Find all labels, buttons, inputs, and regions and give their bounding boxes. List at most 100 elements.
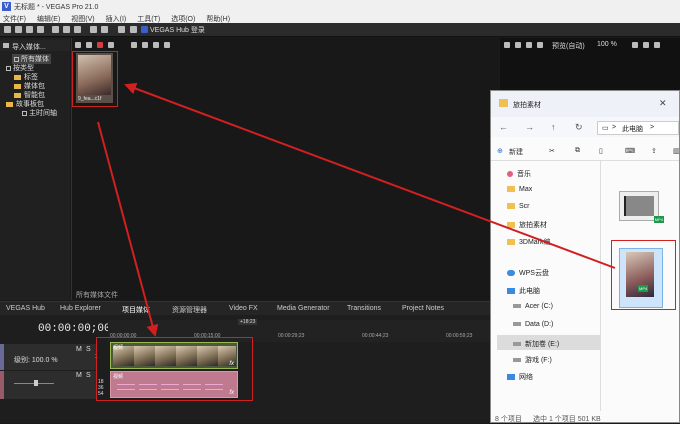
nav-item-drive-f[interactable]: 游戏 (F:) bbox=[513, 355, 552, 365]
copy-icon[interactable] bbox=[63, 26, 70, 33]
new-button[interactable]: 新建 bbox=[509, 147, 523, 157]
drive-icon bbox=[513, 358, 521, 363]
ruler-tick: 00:00:59;23 bbox=[446, 333, 473, 339]
remove-icon[interactable] bbox=[97, 42, 103, 48]
copy-icon[interactable]: ⧉ bbox=[575, 147, 580, 155]
properties-icon[interactable] bbox=[118, 26, 125, 33]
audio-track-header[interactable]: M S 18 36 54 bbox=[0, 371, 104, 399]
search-icon[interactable] bbox=[164, 42, 170, 48]
preview-quality-select[interactable]: 预览(自动) bbox=[552, 41, 585, 51]
cut-icon[interactable]: ✂ bbox=[549, 147, 555, 155]
preview-toolbar: 预览(自动) 100 % bbox=[500, 40, 680, 52]
folder-icon bbox=[507, 239, 515, 246]
tab-transitions[interactable]: Transitions bbox=[347, 305, 381, 312]
forward-icon[interactable]: → bbox=[525, 122, 534, 132]
undo-icon[interactable] bbox=[90, 26, 97, 33]
video-track-header[interactable]: 级别: 100.0 % M S 1 bbox=[0, 344, 98, 370]
highlight-box-timeline bbox=[96, 337, 253, 401]
nav-item-scr[interactable]: Scr bbox=[507, 203, 530, 210]
drive-icon bbox=[513, 322, 521, 327]
save-frame-icon[interactable] bbox=[643, 42, 649, 48]
tree-item-main-timeline[interactable]: 主时间轴 bbox=[22, 108, 57, 118]
nav-item-this-pc[interactable]: 此电脑 bbox=[507, 286, 540, 296]
open-icon[interactable] bbox=[15, 26, 22, 33]
project-media-panel bbox=[71, 38, 499, 300]
import-media-button[interactable]: 导入媒体... bbox=[12, 42, 46, 52]
plus-icon: ⊕ bbox=[497, 148, 503, 155]
rename-icon[interactable]: ⌨ bbox=[625, 147, 635, 155]
auto-preview-icon[interactable] bbox=[153, 42, 159, 48]
file-item-video[interactable]: MP4 bbox=[619, 191, 664, 223]
solo-button[interactable]: S bbox=[86, 372, 91, 379]
paste-icon[interactable] bbox=[74, 26, 81, 33]
crop-icon[interactable] bbox=[75, 42, 81, 48]
solo-button[interactable]: S bbox=[86, 346, 91, 353]
tab-media-generator[interactable]: Media Generator bbox=[277, 305, 330, 312]
play-icon[interactable] bbox=[131, 42, 137, 48]
nav-item-3dmark[interactable]: 3DMark编 bbox=[507, 237, 551, 247]
explorer-title: 旅拍素材 bbox=[513, 102, 541, 109]
music-icon bbox=[507, 171, 513, 178]
hub-icon[interactable] bbox=[141, 26, 148, 33]
hub-login-button[interactable]: VEGAS Hub 登录 bbox=[150, 25, 205, 35]
zoom-select[interactable]: 100 % bbox=[597, 41, 617, 48]
mute-button[interactable]: M bbox=[76, 346, 82, 353]
tab-hub-explorer[interactable]: Hub Explorer bbox=[60, 305, 101, 312]
menu-icon[interactable] bbox=[654, 42, 660, 48]
overlay-icon[interactable] bbox=[526, 42, 532, 48]
dock-tabs: VEGAS Hub Hub Explorer 项目媒体 资源管理器 Video … bbox=[0, 301, 490, 315]
highlight-box-media bbox=[72, 51, 118, 107]
fx-icon[interactable] bbox=[108, 42, 114, 48]
nav-item-wps[interactable]: WPS云盘 bbox=[507, 268, 549, 278]
grid-icon[interactable] bbox=[537, 42, 543, 48]
gear-icon[interactable] bbox=[504, 42, 510, 48]
ruler-tick: 00:00:44;23 bbox=[362, 333, 389, 339]
nav-item-music[interactable]: 音乐 bbox=[507, 169, 531, 179]
up-icon[interactable]: ↑ bbox=[551, 122, 556, 132]
stop-icon[interactable] bbox=[142, 42, 148, 48]
volume-slider-handle[interactable] bbox=[34, 380, 38, 386]
share-icon[interactable]: ⇪ bbox=[651, 147, 657, 155]
redo-icon[interactable] bbox=[101, 26, 108, 33]
address-bar[interactable]: ▭ > 此电脑 > bbox=[597, 121, 679, 135]
save-icon[interactable] bbox=[26, 26, 33, 33]
nav-item-max[interactable]: Max bbox=[507, 186, 532, 193]
breadcrumb-this-pc[interactable]: 此电脑 bbox=[622, 124, 643, 134]
paste-icon[interactable]: ▯ bbox=[599, 147, 603, 155]
menu-bar: 文件(F) 编辑(E) 视图(V) 插入(I) 工具(T) 选项(O) 帮助(H… bbox=[0, 13, 680, 23]
duration-badge: +18:23 bbox=[238, 319, 258, 325]
tab-project-notes[interactable]: Project Notes bbox=[402, 305, 444, 312]
mute-button[interactable]: M bbox=[76, 372, 82, 379]
split-icon[interactable] bbox=[515, 42, 521, 48]
pane-divider[interactable] bbox=[600, 161, 601, 411]
tab-explorer[interactable]: 资源管理器 bbox=[172, 305, 207, 315]
new-icon[interactable] bbox=[4, 26, 11, 33]
nav-item-drive-c[interactable]: Acer (C:) bbox=[513, 303, 553, 310]
tab-project-media[interactable]: 项目媒体 bbox=[122, 305, 150, 315]
nav-item-network[interactable]: 网络 bbox=[507, 372, 533, 382]
media-tree-header: 导入媒体... bbox=[0, 40, 70, 51]
nav-item-drive-e[interactable]: 新加卷 (E:) bbox=[497, 335, 600, 350]
close-icon[interactable]: ✕ bbox=[659, 98, 667, 109]
tab-vegas-hub[interactable]: VEGAS Hub bbox=[6, 305, 45, 312]
nav-item-travel[interactable]: 旅拍素材 bbox=[507, 220, 547, 230]
box-icon bbox=[14, 56, 19, 62]
folder-icon bbox=[507, 222, 515, 229]
refresh-icon[interactable]: ↻ bbox=[575, 122, 583, 133]
explorer-nav-bar: ← → ↑ ↻ ▭ > 此电脑 > bbox=[491, 117, 679, 137]
window-title: 无标题 * - VEGAS Pro 21.0 bbox=[14, 4, 99, 11]
cut-icon[interactable] bbox=[52, 26, 59, 33]
delete-icon[interactable]: ▥ bbox=[673, 147, 680, 155]
highlight-box-file bbox=[611, 240, 676, 310]
tab-video-fx[interactable]: Video FX bbox=[229, 305, 258, 312]
computer-icon bbox=[507, 288, 515, 295]
render-icon[interactable] bbox=[37, 26, 44, 33]
title-bar: V 无标题 * - VEGAS Pro 21.0 bbox=[0, 0, 680, 13]
back-icon[interactable]: ← bbox=[499, 122, 508, 132]
settings-icon[interactable] bbox=[130, 26, 137, 33]
box-icon bbox=[6, 65, 11, 71]
nav-item-drive-d[interactable]: Data (D:) bbox=[513, 321, 553, 328]
import-media-icon[interactable] bbox=[3, 43, 9, 48]
copy-frame-icon[interactable] bbox=[632, 42, 638, 48]
magic-icon[interactable] bbox=[86, 42, 92, 48]
